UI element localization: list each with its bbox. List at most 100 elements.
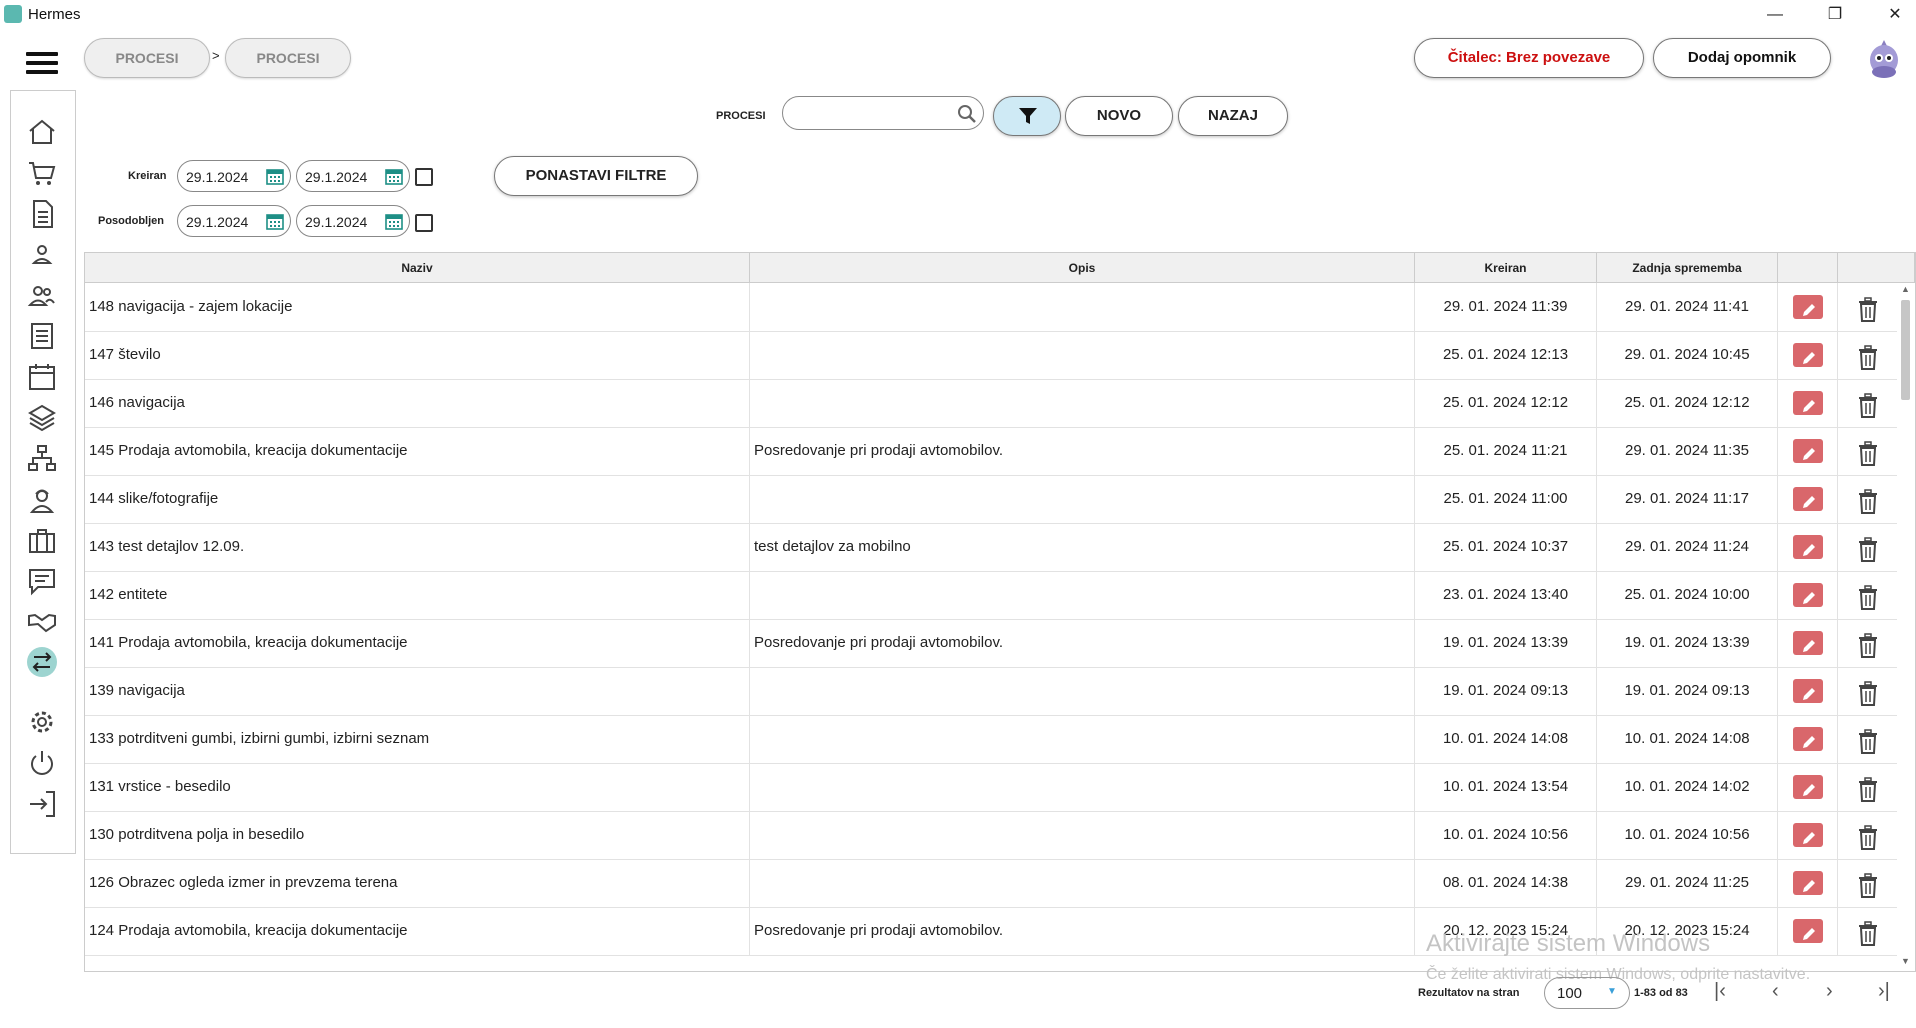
org-chart-icon[interactable] [22, 441, 62, 477]
delete-button[interactable] [1856, 679, 1880, 706]
breadcrumb-item[interactable]: PROCESI [84, 38, 210, 78]
table-row[interactable]: 130 potrditvena polja in besedilo 10. 01.… [85, 811, 1897, 860]
updated-from-date-field[interactable]: 29.1.2024 [177, 205, 291, 237]
calendar-icon[interactable] [266, 168, 284, 185]
first-page-icon[interactable]: |‹ [1714, 980, 1726, 1003]
process-icon[interactable] [22, 644, 62, 680]
updated-filter-checkbox[interactable] [415, 214, 433, 232]
reader-status-button[interactable]: Čitalec: Brez povezave [1414, 38, 1644, 78]
delete-button[interactable] [1856, 919, 1880, 946]
filter-button[interactable] [993, 96, 1061, 136]
person-icon[interactable] [22, 237, 62, 273]
calendar-icon[interactable] [266, 213, 284, 230]
edit-button[interactable] [1793, 871, 1823, 895]
edit-button[interactable] [1793, 823, 1823, 847]
table-row[interactable]: 148 navigacija - zajem lokacije 29. 01. 2… [85, 283, 1897, 332]
people-icon[interactable] [22, 278, 62, 314]
worker-icon[interactable] [22, 482, 62, 518]
created-from-date-field[interactable]: 29.1.2024 [177, 160, 291, 192]
column-header-name[interactable]: Naziv [85, 253, 750, 283]
edit-button[interactable] [1793, 775, 1823, 799]
avatar[interactable] [1866, 38, 1902, 80]
home-icon[interactable] [22, 115, 62, 151]
updated-to-date-field[interactable]: 29.1.2024 [296, 205, 410, 237]
minimize-icon[interactable]: — [1752, 2, 1798, 28]
edit-button[interactable] [1793, 439, 1823, 463]
delete-button[interactable] [1856, 439, 1880, 466]
breadcrumb-item[interactable]: PROCESI [225, 38, 351, 78]
edit-button[interactable] [1793, 391, 1823, 415]
delete-button[interactable] [1856, 583, 1880, 610]
delete-button[interactable] [1856, 391, 1880, 418]
table-row[interactable]: 142 entitete 23. 01. 2024 13:40 25. 01. 20… [85, 571, 1897, 620]
previous-page-icon[interactable]: ‹ [1772, 980, 1779, 1003]
table-row[interactable]: 144 slike/fotografije 25. 01. 2024 11:00 2… [85, 475, 1897, 524]
column-header-modified[interactable]: Zadnja sprememba [1597, 253, 1778, 283]
back-button[interactable]: NAZAJ [1178, 96, 1288, 136]
delete-button[interactable] [1856, 775, 1880, 802]
delete-button[interactable] [1856, 487, 1880, 514]
layers-icon[interactable] [22, 400, 62, 436]
new-button[interactable]: NOVO [1065, 96, 1173, 136]
scroll-up-icon[interactable]: ▲ [1901, 284, 1910, 294]
pencil-icon [1803, 304, 1815, 316]
cart-icon[interactable] [22, 156, 62, 192]
delete-button[interactable] [1856, 727, 1880, 754]
table-row[interactable]: 145 Prodaja avtomobila, kreacija dokumen… [85, 427, 1897, 476]
next-page-icon[interactable]: › [1826, 980, 1833, 1003]
search-input[interactable] [782, 96, 984, 130]
delete-button[interactable] [1856, 823, 1880, 850]
list-icon[interactable] [22, 318, 62, 354]
reset-filters-button[interactable]: PONASTAVI FILTRE [494, 156, 698, 196]
delete-button[interactable] [1856, 343, 1880, 370]
hamburger-menu-icon[interactable] [26, 52, 58, 76]
edit-button[interactable] [1793, 919, 1823, 943]
delete-button[interactable] [1856, 871, 1880, 898]
table-row[interactable]: 141 Prodaja avtomobila, kreacija dokumen… [85, 619, 1897, 668]
search-icon[interactable] [957, 104, 977, 124]
calendar-icon[interactable] [385, 168, 403, 185]
created-to-date-field[interactable]: 29.1.2024 [296, 160, 410, 192]
edit-button[interactable] [1793, 727, 1823, 751]
chat-icon[interactable] [22, 563, 62, 599]
calendar-icon[interactable] [22, 359, 62, 395]
table-row[interactable]: 146 navigacija 25. 01. 2024 12:12 25. 01. … [85, 379, 1897, 428]
briefcase-icon[interactable] [22, 522, 62, 558]
restore-icon[interactable]: ❐ [1812, 2, 1858, 28]
power-icon[interactable] [22, 745, 62, 781]
cell-description: Posredovanje pri prodaji avtomobilov. [750, 619, 1415, 667]
close-icon[interactable]: ✕ [1872, 2, 1916, 28]
table-row[interactable]: 133 potrditveni gumbi, izbirni gumbi, iz… [85, 715, 1897, 764]
edit-button[interactable] [1793, 535, 1823, 559]
edit-button[interactable] [1793, 679, 1823, 703]
created-filter-checkbox[interactable] [415, 168, 433, 186]
table-row[interactable]: 139 navigacija 19. 01. 2024 09:13 19. 01. … [85, 667, 1897, 716]
calendar-icon[interactable] [385, 213, 403, 230]
delete-button[interactable] [1856, 295, 1880, 322]
table-row[interactable]: 126 Obrazec ogleda izmer in prevzema ter… [85, 859, 1897, 908]
document-icon[interactable] [22, 196, 62, 232]
per-page-select[interactable]: 100 ▼ [1544, 977, 1630, 1009]
edit-button[interactable] [1793, 343, 1823, 367]
table-row[interactable]: 143 test detajlov 12.09. test detajlov za… [85, 523, 1897, 572]
handshake-icon[interactable] [22, 604, 62, 640]
column-header-created[interactable]: Kreiran [1415, 253, 1597, 283]
edit-button[interactable] [1793, 295, 1823, 319]
last-page-icon[interactable]: ›| [1878, 980, 1890, 1003]
scroll-down-icon[interactable]: ▼ [1901, 956, 1910, 966]
gear-icon[interactable] [22, 704, 62, 740]
delete-button[interactable] [1856, 631, 1880, 658]
cell-name: 124 Prodaja avtomobila, kreacija dokumen… [85, 907, 750, 955]
add-reminder-button[interactable]: Dodaj opomnik [1653, 38, 1831, 78]
logout-icon[interactable] [22, 786, 62, 822]
table-scrollbar[interactable]: ▲ ▼ [1897, 282, 1913, 970]
table-row[interactable]: 131 vrstice - besedilo 10. 01. 2024 13:54… [85, 763, 1897, 812]
trash-icon [1859, 297, 1877, 322]
delete-button[interactable] [1856, 535, 1880, 562]
column-header-description[interactable]: Opis [750, 253, 1415, 283]
edit-button[interactable] [1793, 583, 1823, 607]
table-row[interactable]: 147 število 25. 01. 2024 12:13 29. 01. 202… [85, 331, 1897, 380]
edit-button[interactable] [1793, 487, 1823, 511]
edit-button[interactable] [1793, 631, 1823, 655]
scrollbar-thumb[interactable] [1901, 300, 1910, 400]
